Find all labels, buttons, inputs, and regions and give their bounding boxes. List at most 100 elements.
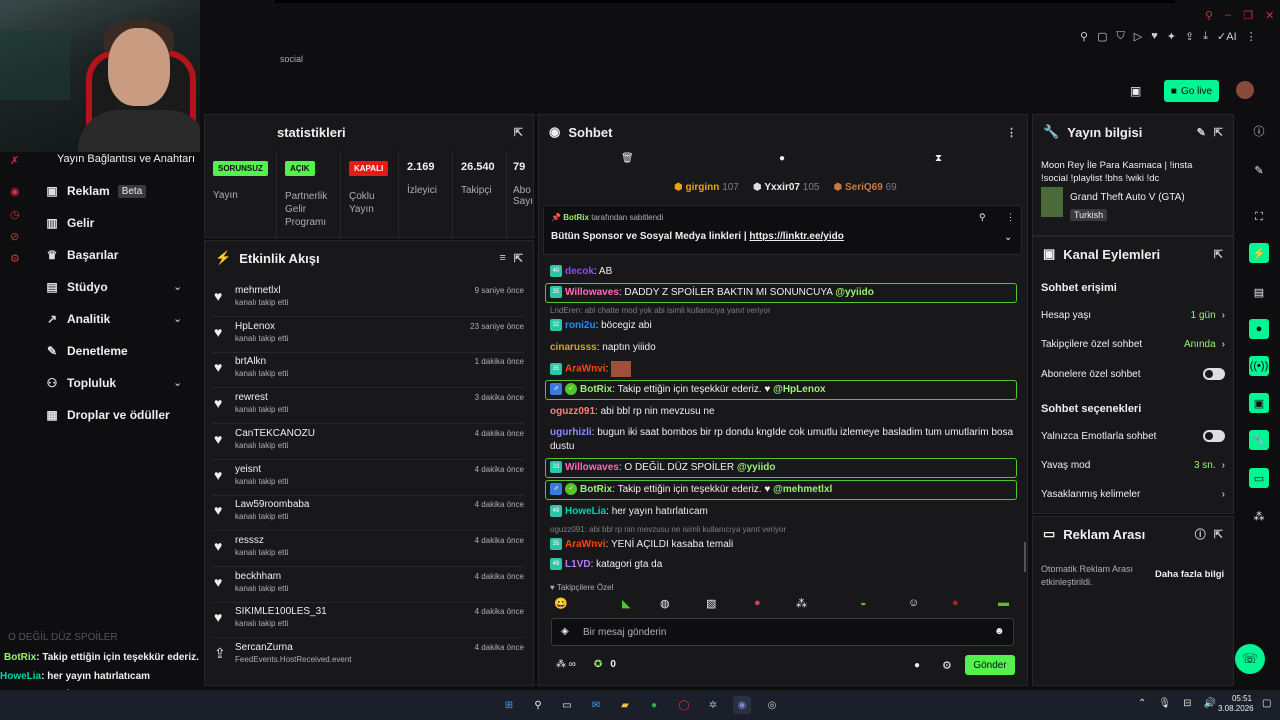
channel-icon[interactable]: ▣ (1249, 393, 1269, 413)
discord-icon[interactable]: ◉ (733, 696, 751, 714)
ai-icon[interactable]: ✓AI (1217, 30, 1237, 43)
popout-icon[interactable]: ⇱ (1214, 528, 1223, 541)
feed-row[interactable]: ♥ mehmetlxl kanalı takip etti 9 saniye ö… (212, 283, 524, 317)
maximize-icon[interactable]: ❐ (1243, 9, 1253, 22)
feed-row[interactable]: ♥ brtAlkn kanalı takip etti 1 dakika önc… (212, 354, 524, 389)
camera-icon[interactable]: ▣ (1130, 84, 1141, 98)
slow-mode-row[interactable]: Yavaş mod 3 sn. › (1041, 460, 1225, 471)
chat-message[interactable]: 35 Willowaves: DADDY Z SPOİLER BAKTIN MI … (550, 286, 1018, 300)
nav-item-droplar[interactable]: ▦ Droplar ve ödüller (45, 408, 169, 422)
document-icon[interactable]: ▤ (1249, 282, 1269, 302)
learn-more-link[interactable]: Daha fazla bilgi (1155, 569, 1224, 580)
wrench-icon[interactable]: 🔧 (1249, 430, 1269, 450)
mention[interactable]: @yyiido (835, 287, 874, 298)
chat-username[interactable]: roni2u (565, 320, 596, 331)
nav-item-gelir[interactable]: ▥ Gelir (45, 216, 94, 230)
popout-icon[interactable]: ⇱ (1214, 126, 1223, 139)
nav-connection[interactable]: Yayın Bağlantısı ve Anahtarı (57, 153, 195, 165)
nav-item-analitik[interactable]: ↗ Analitik (45, 312, 110, 326)
feed-row[interactable]: ♥ yeisnt kanalı takip etti 4 dakika önce (212, 462, 524, 496)
feed-row[interactable]: ♥ resssz kanalı takip etti 4 dakika önce (212, 533, 524, 567)
chat-message[interactable]: 40 decok: AB (550, 265, 1018, 279)
emote[interactable]: ◍ (660, 597, 670, 610)
chat-message[interactable]: 49 L1VD: katagori gta da (550, 558, 1018, 572)
info-icon[interactable]: ⓘ (1249, 121, 1269, 141)
windows-start-icon[interactable]: ⊞ (500, 696, 518, 714)
chat-message[interactable]: 32 roni2u: böcegiz abi (550, 319, 1018, 333)
add-widget-icon[interactable]: ⁂ (1249, 506, 1269, 526)
chevron-down-icon[interactable]: ⌄ (173, 312, 182, 325)
leader-3[interactable]: ⬢ SeriQ69 69 (833, 182, 896, 193)
emote[interactable]: ▧ (706, 597, 716, 610)
chat-username[interactable]: L1VD (565, 559, 591, 570)
bolt-icon[interactable]: ⚡ (1249, 243, 1269, 263)
chat-username[interactable]: AraWnvi (565, 539, 606, 550)
more-icon[interactable]: ⋮ (1006, 126, 1017, 139)
chat-username[interactable]: BotRix (580, 384, 612, 395)
send-button[interactable]: Gönder (965, 655, 1015, 675)
feed-row[interactable]: ♥ SIKIMLE100LES_31 kanalı takip etti 4 d… (212, 604, 524, 639)
go-live-button[interactable]: ■ Go live (1164, 80, 1219, 102)
heart-icon[interactable]: ♥ (1151, 30, 1158, 43)
search-icon[interactable]: ⚲ (1205, 9, 1213, 22)
pinned-link[interactable]: https://linktr.ee/yido (749, 231, 843, 242)
emote[interactable]: ◒ (860, 597, 867, 609)
followers-only-row[interactable]: Takipçilere özel sohbet Anında › (1041, 339, 1225, 350)
popout-icon[interactable]: ⇱ (1214, 248, 1223, 261)
notification-icon[interactable]: ▢ (1262, 698, 1271, 709)
chat-username[interactable]: AraWnvi (565, 364, 606, 375)
info-icon[interactable]: ⓘ (1195, 526, 1206, 542)
emote[interactable]: ● (952, 597, 959, 609)
feed-row[interactable]: ♥ Law59roombaba kanalı takip etti 4 daki… (212, 497, 524, 532)
popout-icon[interactable]: ⇱ (514, 252, 523, 265)
edit-icon[interactable]: ✎ (1249, 160, 1269, 180)
emote-picker-icon[interactable]: ☻ (994, 626, 1005, 637)
chat-message[interactable]: ugurhizli: bugun iki saat bombos bir rp … (550, 426, 1018, 454)
download-icon[interactable]: ⤓ (1203, 30, 1208, 43)
chat-icon[interactable]: ● (1249, 319, 1269, 339)
shield-icon[interactable]: ⛉ (1116, 30, 1124, 43)
emote[interactable] (611, 361, 632, 377)
emote-only-toggle[interactable] (1203, 430, 1225, 442)
clock[interactable]: 05:51 3.08.2026 (1218, 694, 1254, 714)
tv-icon[interactable]: ▭ (1249, 468, 1269, 488)
gear-icon[interactable]: ⚙ (10, 252, 20, 265)
chat-message[interactable]: 49 HoweLia: her yayın hatırlatıcam (550, 505, 1018, 519)
filter-icon[interactable]: ≡ (499, 252, 505, 264)
subscribers-only-toggle[interactable] (1203, 368, 1225, 380)
feed-row[interactable]: ♥ HpLenox kanalı takip etti 23 saniye ön… (212, 319, 524, 353)
emote[interactable]: ● (754, 597, 761, 609)
hourglass-icon[interactable]: ⧗ (935, 153, 942, 164)
nav-item-topluluk[interactable]: ⚇ Topluluk (45, 376, 117, 390)
scrollbar[interactable] (1024, 542, 1026, 572)
feed-row[interactable]: ♥ CanTEKCANOZU kanalı takip etti 4 dakik… (212, 426, 524, 460)
emote[interactable]: 😀 (554, 597, 568, 610)
avatar[interactable] (1236, 81, 1254, 99)
close-icon[interactable]: ✕ (1265, 9, 1274, 22)
chat-username[interactable]: Willowaves (565, 462, 619, 473)
volume-icon[interactable]: 🔊 (1203, 698, 1215, 709)
mention[interactable]: @HpLenox (773, 384, 826, 395)
broadcast-icon[interactable]: ((•)) (1249, 356, 1269, 376)
edit-icon[interactable]: ✎ (1197, 126, 1206, 139)
emote[interactable]: ☺ (908, 597, 919, 609)
chat-message[interactable]: 33 Willowaves: O DEĞİL DÜZ SPOİLER @yyiid… (550, 461, 1018, 475)
puzzle-icon[interactable]: ✦ (1167, 30, 1176, 43)
emote[interactable]: ⁂ (796, 597, 807, 610)
chat-message[interactable]: 35 AraWnvi: YENİ AÇILDI kasaba temali (550, 538, 1018, 552)
emote[interactable]: ▬ (998, 597, 1009, 609)
chat-username[interactable]: cinarusss (550, 342, 597, 353)
chevron-down-icon[interactable]: ⌄ (173, 280, 182, 293)
chat-message[interactable]: cinarusss: naptın yiiido (550, 341, 1018, 355)
support-button[interactable]: ☏ (1235, 644, 1265, 674)
chat-username[interactable]: Willowaves (565, 287, 619, 298)
mention[interactable]: @mehmetlxl (773, 484, 832, 495)
chat-username[interactable]: BotRix (580, 484, 612, 495)
fullscreen-icon[interactable]: ⛶ (1249, 207, 1269, 227)
chat-username[interactable]: decok (565, 266, 594, 277)
trash-icon[interactable]: 🗑 (621, 153, 634, 164)
settings-icon[interactable]: ⚙ (942, 659, 952, 672)
feed-row[interactable]: ♥ rewrest kanalı takip etti 3 dakika önc… (212, 390, 524, 425)
search-icon[interactable]: ⚲ (529, 696, 547, 714)
feed-row[interactable]: ♥ beckhham kanalı takip etti 4 dakika ön… (212, 569, 524, 603)
